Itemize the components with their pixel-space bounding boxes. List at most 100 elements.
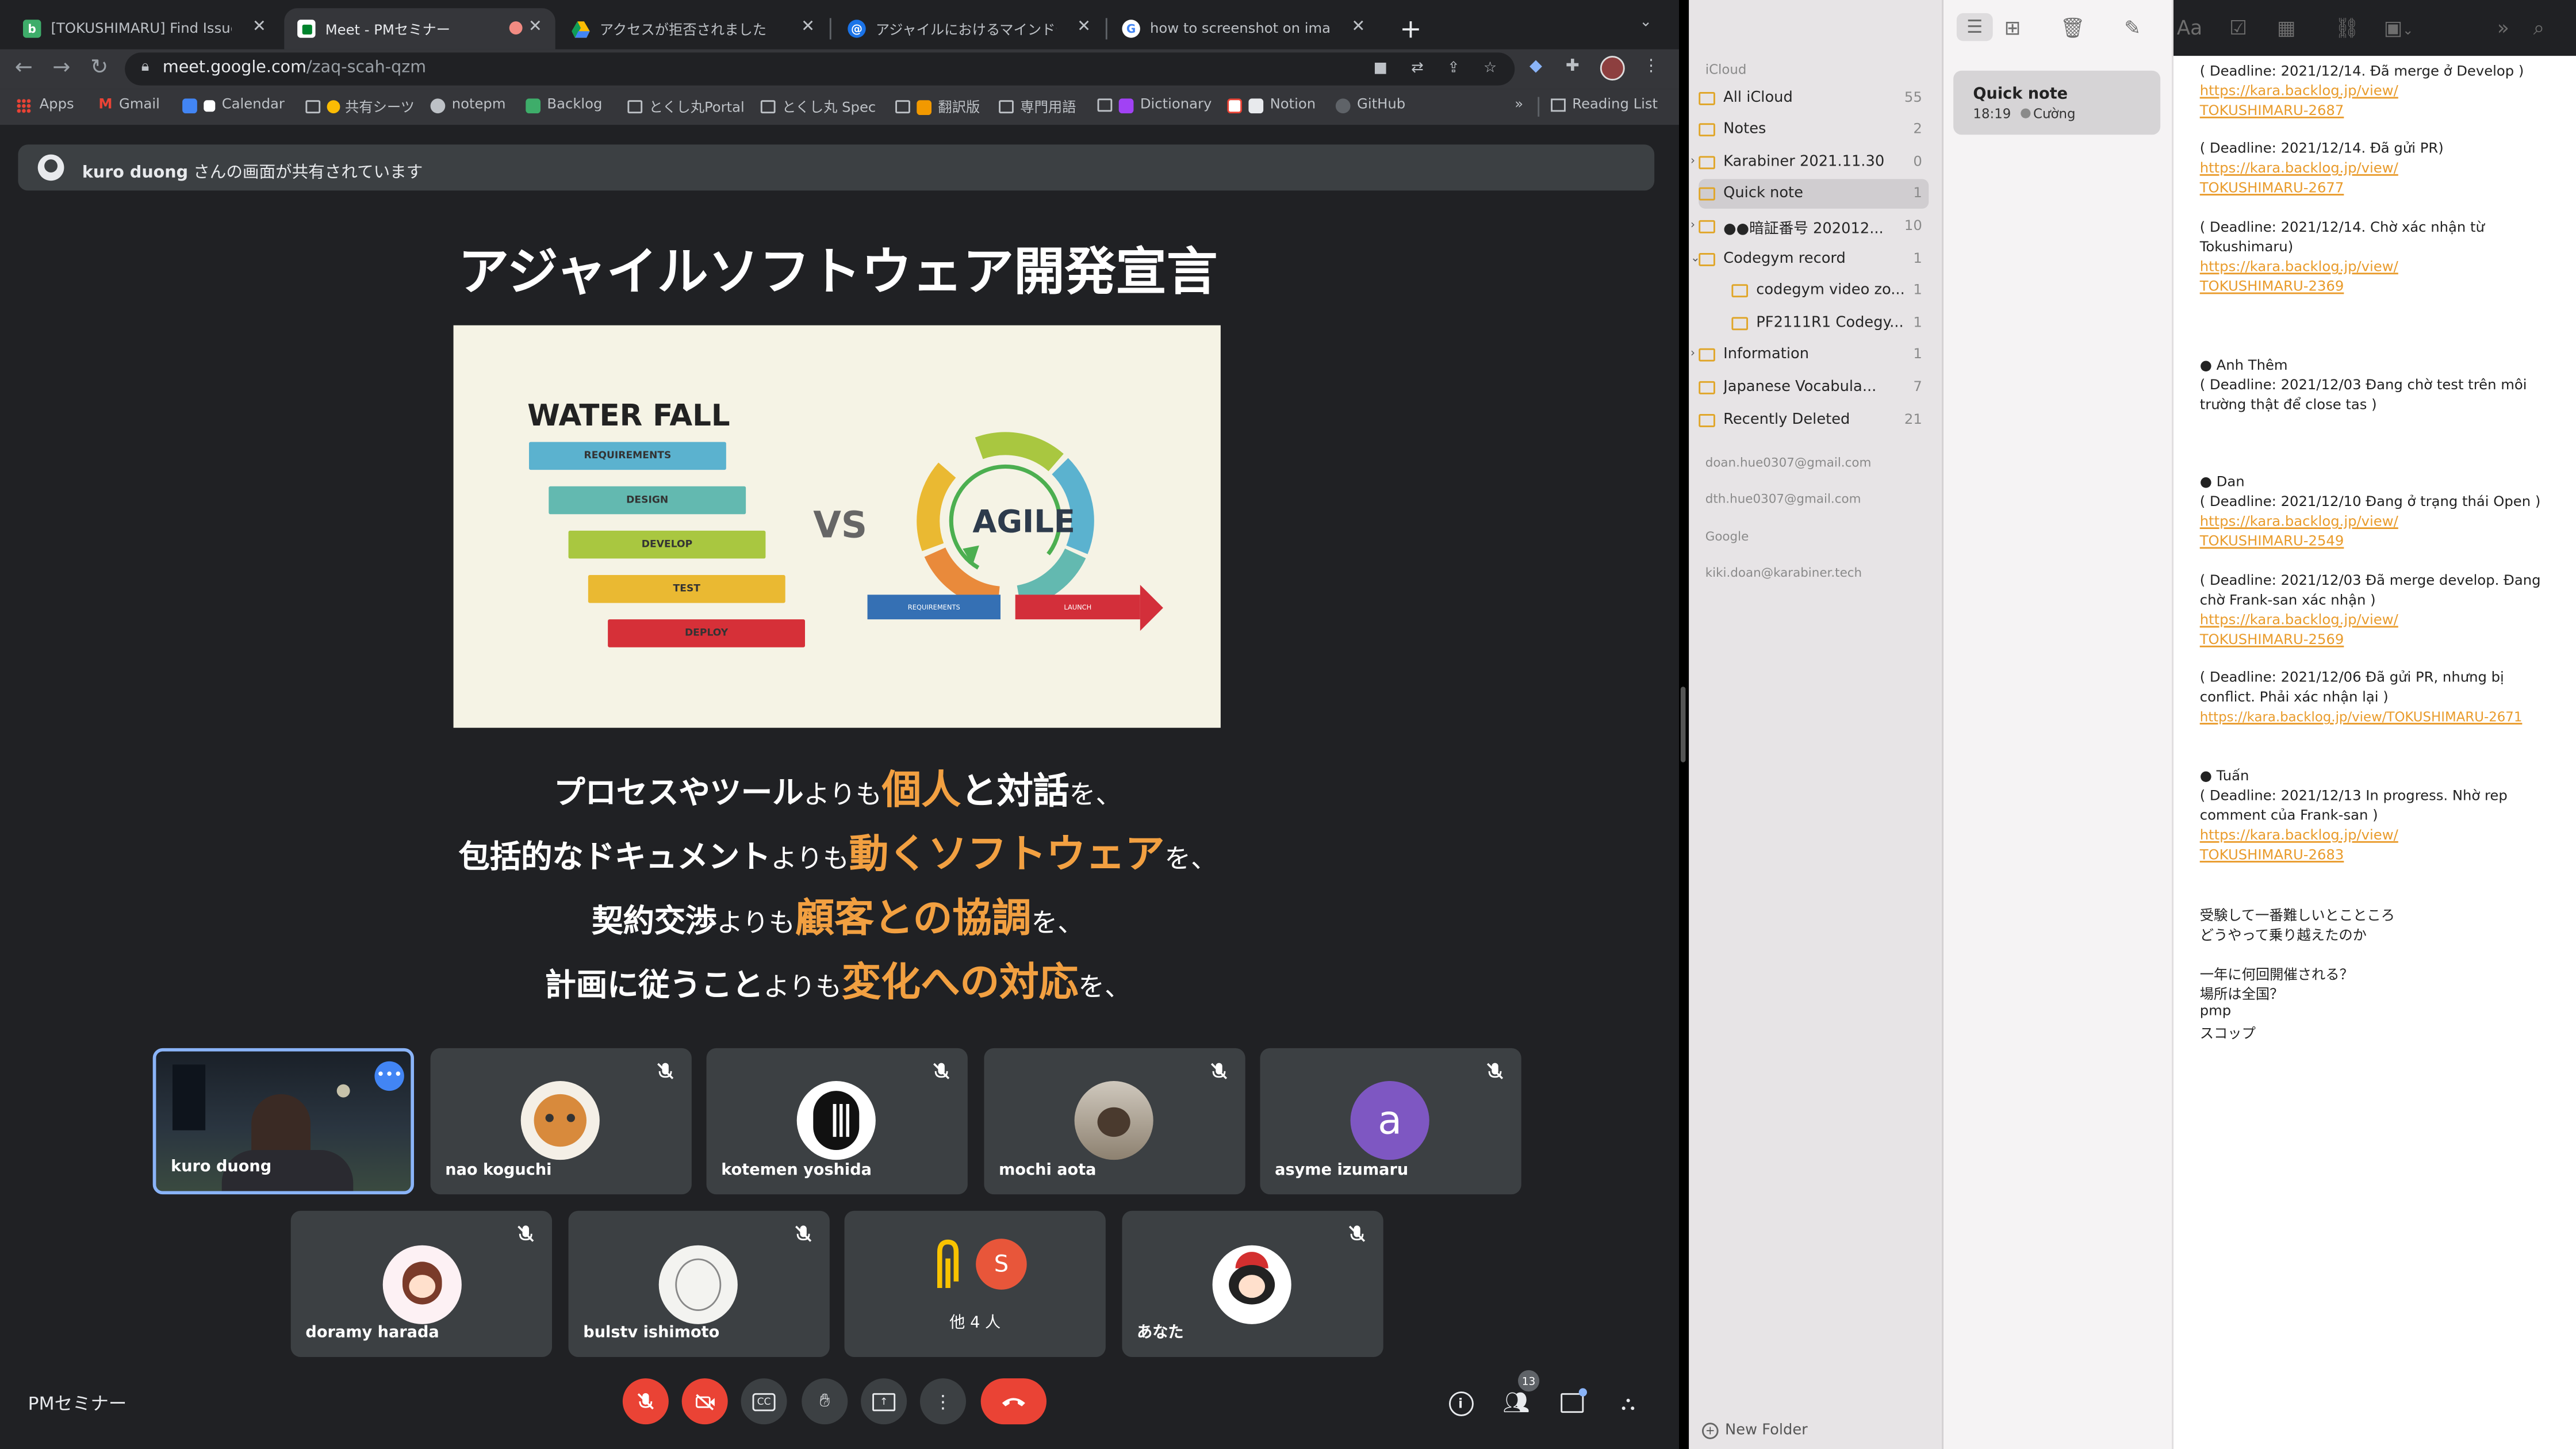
gallery-view-button[interactable]: ⊞ [2004,17,2021,40]
bookmark-notepm[interactable]: notepm [430,97,506,113]
folder-item[interactable]: › Information 1 [1690,340,1929,369]
forward-button[interactable]: → [52,56,70,80]
folder-item[interactable]: › ●●暗証番号 202012... 10 [1690,212,1929,241]
folder-item[interactable]: All iCloud 55 [1699,84,1929,113]
folder-item[interactable]: codegym video zo... 1 [1731,276,1929,305]
resize-handle[interactable] [1680,687,1686,762]
folder-item[interactable]: ⌄ Codegym record 1 [1690,245,1929,274]
tab-search-chevron-icon[interactable]: ⌄ [1639,15,1652,32]
note-link[interactable]: https://kara.backlog.jp/view/ [2200,84,2398,101]
back-button[interactable]: ← [15,56,33,80]
note-link[interactable]: TOKUSHIMARU-2569 [2200,632,2344,649]
delete-button[interactable]: 🗑︎ [2060,17,2086,40]
tab-meet[interactable]: Meet - PMセミナー ✕ [284,8,555,49]
translate-icon[interactable]: ⇄ [1411,61,1424,78]
checklist-button[interactable]: ☑ [2229,17,2247,40]
participant-tile[interactable]: bulstv ishimoto [568,1210,830,1357]
note-link[interactable]: TOKUSHIMARU-2369 [2200,279,2344,296]
share-icon[interactable]: ⇪ [1447,61,1460,78]
participant-tile[interactable]: a asyme izumaru [1260,1048,1521,1195]
chat-button[interactable] [1554,1385,1590,1421]
close-icon[interactable]: ✕ [1351,18,1365,36]
media-button[interactable]: ▣⌄ [2384,17,2414,40]
more-toolbar-button[interactable]: » [2497,17,2509,40]
camera-icon[interactable]: ■ [1374,61,1387,78]
chevron-right-icon[interactable]: › [1690,347,1695,360]
note-list-item-selected[interactable]: Quick note 18:19 Cường [1953,70,2161,135]
present-button[interactable]: ↑ [861,1378,907,1425]
bookmark-backlog[interactable]: Backlog [526,97,602,113]
folder-item[interactable]: Japanese Vocabula... 7 [1699,373,1929,402]
close-icon[interactable]: ✕ [528,18,542,36]
search-button[interactable]: ⌕ [2533,17,2544,41]
folder-item-selected[interactable]: Quick note 1 [1699,179,1929,209]
participant-tile[interactable]: mochi aota [984,1048,1245,1195]
reading-list-button[interactable]: Reading List [1551,97,1658,113]
chevron-right-icon[interactable]: › [1690,155,1695,168]
note-link[interactable]: https://kara.backlog.jp/view/ [2200,613,2398,630]
note-link[interactable]: https://kara.backlog.jp/view/ [2200,514,2398,531]
participant-tile-others[interactable]: S 他 4 人 [844,1210,1106,1357]
window-divider[interactable] [1679,0,1689,1449]
more-bookmarks-button[interactable]: » [1515,97,1523,114]
tab-google-search[interactable]: G how to screenshot on imac - G ✕ [1112,8,1378,49]
note-link[interactable]: TOKUSHIMARU-2549 [2200,534,2344,551]
bookmark-glossary[interactable]: 専門用語 [999,97,1076,117]
list-view-button[interactable]: ☰ [1956,13,1993,41]
mic-toggle-button[interactable] [622,1378,669,1425]
note-link[interactable]: TOKUSHIMARU-2687 [2200,103,2344,120]
reload-button[interactable]: ↻ [90,56,108,80]
bookmark-gmail[interactable]: M Gmail [98,97,160,114]
folder-item[interactable]: Recently Deleted 21 [1699,406,1929,435]
address-bar[interactable]: 🔒︎ meet.google.com/zaq-scah-qzm ■ ⇄ ⇪ ☆ [125,52,1515,86]
close-icon[interactable]: ✕ [1077,18,1091,36]
extension-icon[interactable]: ◆ [1529,57,1542,75]
new-tab-button[interactable]: + [1400,13,1421,44]
table-button[interactable]: ▦ [2277,17,2295,40]
more-options-button[interactable]: ⋮ [920,1378,966,1425]
bookmark-apps[interactable]: Apps [16,97,74,113]
account-header[interactable]: Google [1705,529,1749,544]
bookmark-shared-sheets[interactable]: 共有シーツ [305,97,415,117]
account-header[interactable]: kiki.doan@karabiner.tech [1705,565,1862,580]
note-link[interactable]: https://kara.backlog.jp/view/TOKUSHIMARU… [2200,710,2523,724]
bookmark-translation[interactable]: 翻訳版 [895,97,980,117]
raise-hand-button[interactable]: ✋︎ [802,1378,848,1425]
account-header[interactable]: doan.hue0307@gmail.com [1705,455,1872,470]
chevron-right-icon[interactable]: › [1690,218,1695,232]
collaborate-button[interactable]: ⛓ [2334,17,2360,40]
tab-backlog[interactable]: b [TOKUSHIMARU] Find Issues | ✕ [13,8,279,49]
note-link[interactable]: https://kara.backlog.jp/view/ [2200,259,2398,276]
activities-button[interactable]: ⛬ [1610,1385,1646,1421]
tab-drive[interactable]: アクセスが拒否されました ✕ [562,8,828,49]
bookmark-tokushimaru-portal[interactable]: とくし丸Portal [627,97,745,117]
captions-button[interactable]: CC [741,1378,787,1425]
note-editor[interactable]: ( Deadline: 2021/12/14. Đã merge ở Devel… [2174,56,2576,1449]
close-icon[interactable]: ✕ [252,18,266,36]
bookmark-notion[interactable]: Notion [1227,97,1316,113]
bookmark-dictionary[interactable]: Dictionary [1097,97,1212,113]
bookmark-star-icon[interactable]: ☆ [1483,61,1497,78]
compose-button[interactable]: ✎ [2124,17,2141,40]
puzzle-icon[interactable]: ✚ [1566,57,1580,75]
account-header[interactable]: dth.hue0307@gmail.com [1705,491,1861,506]
folder-item[interactable]: Notes 2 [1699,115,1929,144]
format-button[interactable]: Aa [2177,17,2202,40]
bookmark-calendar[interactable]: Calendar [182,97,285,113]
new-folder-button[interactable]: + New Folder [1702,1423,1808,1439]
close-icon[interactable]: ✕ [801,18,815,36]
bookmark-tokushimaru-spec[interactable]: とくし丸 Spec [760,97,876,117]
menu-kebab-icon[interactable]: ⋮ [1643,57,1659,75]
participant-tile-self[interactable]: あなた [1122,1210,1383,1357]
note-link[interactable]: TOKUSHIMARU-2683 [2200,848,2344,864]
bookmark-github[interactable]: GitHub [1335,97,1405,113]
note-link[interactable]: https://kara.backlog.jp/view/ [2200,161,2398,178]
note-link[interactable]: https://kara.backlog.jp/view/ [2200,828,2398,845]
participant-tile[interactable]: ••• kuro duong [152,1048,414,1195]
participant-tile[interactable]: kotemen yoshida [706,1048,968,1195]
folder-item[interactable]: PF2111R1 Codegy... 1 [1731,309,1929,338]
participant-tile[interactable]: nao koguchi [430,1048,692,1195]
leave-call-button[interactable] [980,1378,1046,1425]
note-link[interactable]: TOKUSHIMARU-2677 [2200,181,2344,197]
participant-tile[interactable]: doramy harada [290,1210,552,1357]
